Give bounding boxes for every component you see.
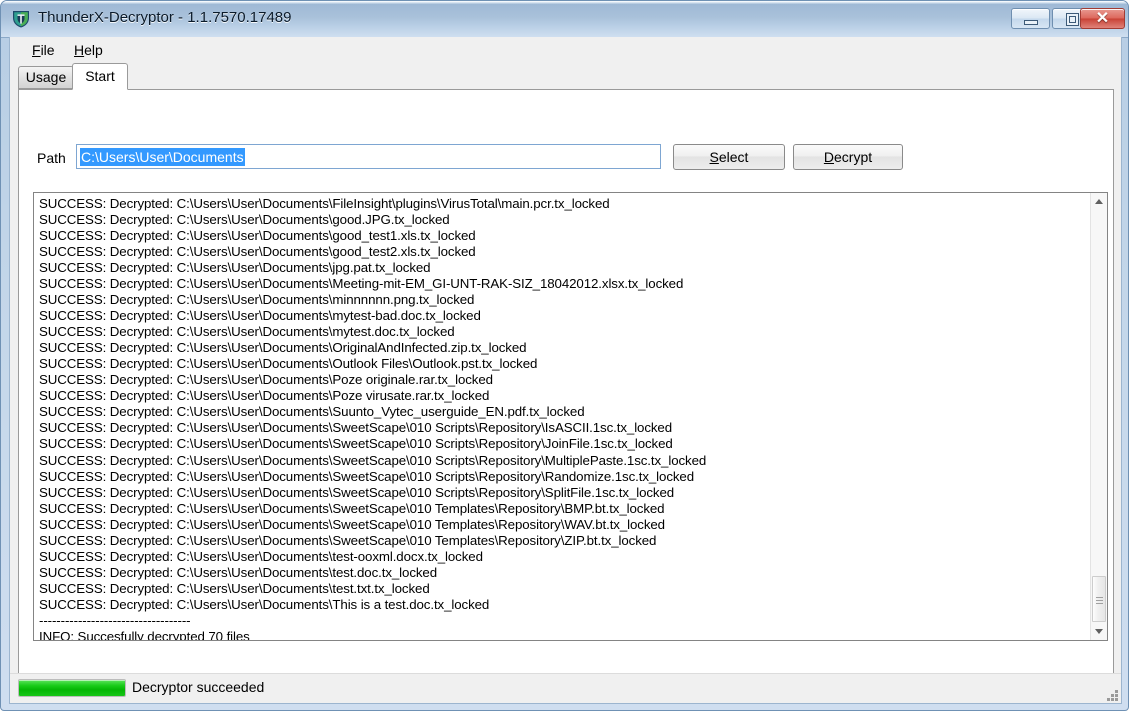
chevron-down-icon xyxy=(1095,629,1103,634)
select-rest: elect xyxy=(718,149,749,165)
application-window: ThunderX-Decryptor - 1.1.7570.17489 ✕ Fi… xyxy=(0,0,1129,711)
progress-bar xyxy=(18,679,126,697)
decrypt-rest: ecrypt xyxy=(834,149,873,165)
tab-page-top-border xyxy=(18,89,1114,90)
scroll-down-arrow[interactable] xyxy=(1091,623,1107,640)
scrollbar-thumb[interactable] xyxy=(1092,576,1106,622)
menu-bar: File Help xyxy=(10,37,1121,61)
chevron-up-icon xyxy=(1095,199,1103,204)
select-mnemonic: S xyxy=(709,149,719,165)
tab-page-start: Path C:\Users\User\Documents Select Decr… xyxy=(18,89,1114,674)
menu-file-mnemonic: F xyxy=(32,42,41,58)
menu-file-rest: ile xyxy=(40,42,55,58)
status-text: Decryptor succeeded xyxy=(132,679,265,695)
window-title: ThunderX-Decryptor - 1.1.7570.17489 xyxy=(38,9,292,26)
maximize-icon xyxy=(1066,13,1079,26)
close-button[interactable]: ✕ xyxy=(1080,8,1125,29)
path-input-value: C:\Users\User\Documents xyxy=(80,148,245,166)
menu-item-help[interactable]: Help xyxy=(70,41,107,59)
path-label: Path xyxy=(37,150,66,166)
thumb-grip-line xyxy=(1096,597,1103,598)
client-area: File Help Usage Start Path C:\Users\User… xyxy=(9,37,1122,704)
resize-grip[interactable] xyxy=(1104,687,1118,701)
status-bar: Decryptor succeeded xyxy=(10,673,1121,703)
decrypt-button[interactable]: Decrypt xyxy=(793,144,903,170)
tab-start[interactable]: Start xyxy=(72,63,128,90)
thumb-grip-line xyxy=(1096,603,1103,604)
menu-item-file[interactable]: File xyxy=(28,41,59,59)
minimize-icon xyxy=(1024,20,1038,25)
log-output-text: SUCCESS: Decrypted: C:\Users\User\Docume… xyxy=(39,196,707,641)
progress-bar-fill xyxy=(19,680,125,696)
close-icon: ✕ xyxy=(1095,10,1110,27)
decrypt-mnemonic: D xyxy=(823,149,834,165)
menu-help-rest: elp xyxy=(84,42,103,58)
title-bar[interactable]: ThunderX-Decryptor - 1.1.7570.17489 ✕ xyxy=(1,1,1128,38)
log-scrollbar[interactable] xyxy=(1090,193,1107,640)
scroll-up-arrow[interactable] xyxy=(1091,193,1107,210)
select-button[interactable]: Select xyxy=(673,144,785,170)
shield-icon xyxy=(13,11,29,28)
menu-help-mnemonic: H xyxy=(74,42,85,58)
log-output-box[interactable]: SUCCESS: Decrypted: C:\Users\User\Docume… xyxy=(33,192,1108,641)
tab-strip: Usage Start xyxy=(10,63,1121,90)
thumb-grip-line xyxy=(1096,600,1103,601)
tab-usage[interactable]: Usage xyxy=(18,66,74,89)
path-input[interactable]: C:\Users\User\Documents xyxy=(76,144,661,169)
minimize-button[interactable] xyxy=(1011,8,1050,29)
